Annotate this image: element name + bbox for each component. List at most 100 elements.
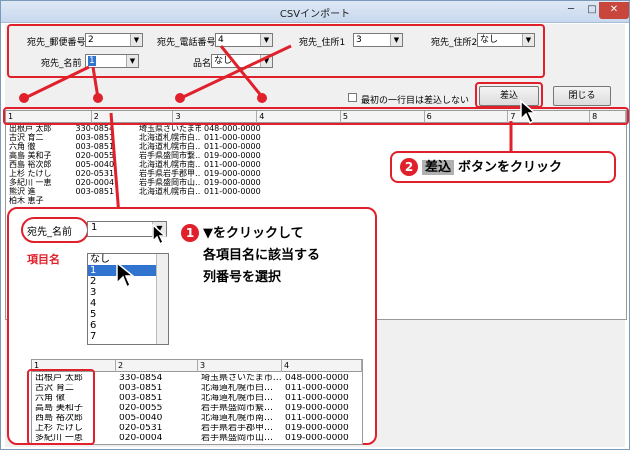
postal-select-value: 2 <box>88 35 94 45</box>
table-cell: 011-000-0000 <box>285 394 349 403</box>
table-row[interactable]: 高島 美和子 020-0055 岩手県盛岡市繋… 019-000-0000 <box>6 151 266 160</box>
table-cell: 020-0004 <box>75 178 115 187</box>
name-select[interactable]: 1 ▼ <box>85 54 139 68</box>
step1-callout: 宛先_名前 1 ▼ 項目名 なし 1 2 3 4 5 6 7 1 ▼をクリックして … <box>7 207 377 445</box>
name-column-highlight <box>27 369 95 445</box>
table-cell: 柏木 恵子 <box>9 196 44 205</box>
window-title: CSVインポート <box>279 9 351 20</box>
table-cell: 岩手県盛岡市山… <box>139 178 201 187</box>
table-cell: 埼玉県さいたま市… <box>201 374 282 383</box>
table-cell: 岩手県盛岡市繋… <box>201 404 274 413</box>
table-row[interactable]: 上杉 たけし 020-0531 岩手県岩手郡甲… 019-000-0000 <box>6 169 266 178</box>
table-cell: 048-000-0000 <box>285 374 349 383</box>
close-window-button[interactable]: ✕ <box>599 2 629 19</box>
table-cell: 北海道札幌市南… <box>139 160 201 169</box>
table-cell: 003-0851 <box>75 187 115 196</box>
table-cell: 020-0055 <box>119 404 163 413</box>
table-cell: 上杉 たけし <box>9 169 52 178</box>
table-cell: 埼玉県さいたま市… <box>139 124 201 133</box>
preview-col-header: 3 <box>198 360 282 372</box>
table-cell: 003-0851 <box>119 384 163 393</box>
list-scrollbar[interactable] <box>156 254 168 344</box>
table-cell: 020-0531 <box>75 169 115 178</box>
field-label-address1: 宛先_住所1 <box>299 38 346 48</box>
table-cell: 011-000-0000 <box>285 414 349 423</box>
title-bar: CSVインポート ─ □ ✕ <box>1 1 629 23</box>
chevron-down-icon[interactable]: ▼ <box>390 34 402 46</box>
table-cell: 六角 徹 <box>9 142 36 151</box>
step1-instructions: 1 ▼をクリックして 各項目名に該当する 列番号を選択 <box>181 223 320 289</box>
chevron-down-icon[interactable]: ▼ <box>130 34 142 46</box>
table-cell <box>136 196 201 205</box>
table-row[interactable]: 多紀川 一恵 020-0004 岩手県盛岡市山… 019-000-0000 <box>6 178 266 187</box>
chevron-down-icon[interactable]: ▼ <box>260 55 272 67</box>
table-cell: 北海道札幌市白… <box>139 142 201 151</box>
table-cell: 011-000-0000 <box>204 187 261 196</box>
preview-col-header: 4 <box>282 360 362 372</box>
chevron-down-icon[interactable]: ▼ <box>522 34 534 46</box>
table-cell: 019-000-0000 <box>285 424 349 433</box>
table-cell <box>73 196 136 205</box>
phone-select[interactable]: 4 ▼ <box>215 33 273 47</box>
table-cell: 北海道札幌市白… <box>139 133 201 142</box>
table-cell: 岩手県岩手郡甲… <box>139 169 201 178</box>
table-cell: 003-0851 <box>75 133 115 142</box>
table-cell: 011-000-0000 <box>204 133 261 142</box>
table-cell: 330-0854 <box>75 124 115 133</box>
step1-line: 列番号を選択 <box>203 270 282 285</box>
step1-line: ▼をクリックして <box>203 226 304 241</box>
table-row[interactable]: 熊沢 進 003-0851 北海道札幌市白… 011-000-0000 <box>6 187 266 196</box>
phone-select-value: 4 <box>218 35 224 45</box>
table-cell: 熊沢 進 <box>9 187 36 196</box>
table-row[interactable]: 古沢 育二 003-0851 北海道札幌市白… 011-000-0000 <box>6 133 266 142</box>
table-cell: 019-000-0000 <box>285 434 349 443</box>
callout-field-label: 宛先_名前 <box>27 227 72 238</box>
chevron-down-icon[interactable]: ▼ <box>260 34 272 46</box>
address2-select-value: なし <box>480 35 499 45</box>
skip-first-row-checkbox[interactable] <box>348 93 357 102</box>
table-row[interactable]: 西島 裕次郎 005-0040 北海道札幌市南… 011-000-0000 <box>6 160 266 169</box>
table-cell: 019-000-0000 <box>204 151 261 160</box>
postal-select[interactable]: 2 ▼ <box>85 33 143 47</box>
skip-first-row-label: 最初の一行目は差込しない <box>361 96 470 106</box>
table-cell: 古沢 育二 <box>9 133 44 142</box>
table-cell: 北海道札幌市白… <box>201 394 274 403</box>
table-cell: 020-0055 <box>75 151 115 160</box>
insert-tag: 差込 <box>422 160 455 175</box>
step-number: 1 <box>181 224 199 242</box>
table-cell: 多紀川 一恵 <box>9 178 52 187</box>
callout-select-value: 1 <box>91 222 98 233</box>
chevron-down-icon[interactable]: ▼ <box>126 55 138 67</box>
field-label-address2: 宛先_住所2 <box>431 38 478 48</box>
table-row[interactable]: 柏木 恵子 <box>6 196 266 205</box>
table-cell: 019-000-0000 <box>285 404 349 413</box>
table-cell: 020-0531 <box>119 424 163 433</box>
minimize-button[interactable]: ─ <box>561 2 581 19</box>
cursor-arrow-icon <box>116 261 135 289</box>
table-cell: 北海道札幌市白… <box>201 384 274 393</box>
connector-dot <box>93 93 103 103</box>
preview-col-header: 2 <box>116 360 198 372</box>
table-cell: 岩手県岩手郡甲… <box>201 424 274 433</box>
table-cell: 003-0851 <box>119 394 163 403</box>
table-cell: 岩手県盛岡市繋… <box>139 151 201 160</box>
item-select[interactable]: なし ▼ <box>211 54 273 68</box>
table-cell: 005-0040 <box>75 160 115 169</box>
table-row[interactable]: 六角 徹 003-0851 北海道札幌市白… 011-000-0000 <box>6 142 266 151</box>
table-cell: 北海道札幌市白… <box>139 187 201 196</box>
table-cell: 019-000-0000 <box>204 178 261 187</box>
close-button[interactable]: 閉じる <box>553 86 611 106</box>
connector-dot <box>257 93 267 103</box>
table-cell: 北海道札幌市南… <box>201 414 274 423</box>
table-cell: 011-000-0000 <box>204 142 261 151</box>
table-cell: 高島 美和子 <box>9 151 52 160</box>
table-row[interactable]: 出根戸 太郎 330-0854 埼玉県さいたま市…048-000-0000 <box>6 124 266 133</box>
field-label-name: 宛先_名前 <box>41 59 82 69</box>
address1-select-value: 3 <box>356 35 362 45</box>
connector-dot <box>175 93 185 103</box>
item-name-tag: 項目名 <box>27 253 60 266</box>
address1-select[interactable]: 3 ▼ <box>353 33 403 47</box>
connector-dot <box>19 93 29 103</box>
address2-select[interactable]: なし ▼ <box>477 33 535 47</box>
csv-import-window: CSVインポート ─ □ ✕ 宛先_郵便番号 2 ▼ 宛先_電話番号 4 ▼ 宛先_… <box>0 0 630 450</box>
